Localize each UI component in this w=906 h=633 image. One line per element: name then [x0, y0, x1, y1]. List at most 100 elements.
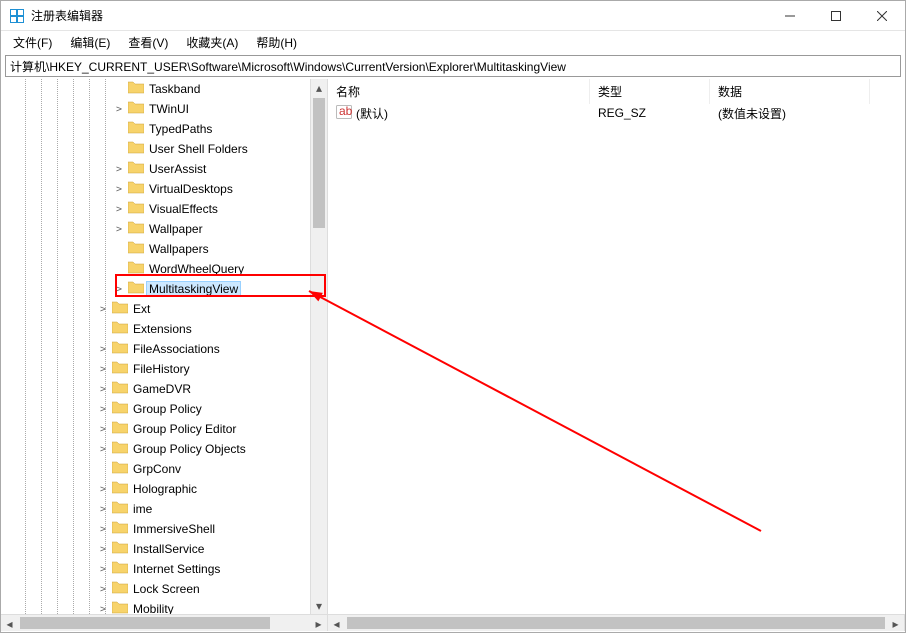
tree-item[interactable]: > Mobility	[1, 599, 310, 614]
list-hscroll-right[interactable]: ▸	[887, 615, 904, 632]
expander-icon[interactable]: >	[97, 484, 109, 495]
folder-icon	[109, 301, 131, 317]
tree-item[interactable]: >Group Policy Editor	[1, 419, 310, 439]
tree-item[interactable]: Taskband	[1, 79, 310, 99]
expander-icon[interactable]: >	[97, 304, 109, 315]
folder-icon	[109, 581, 131, 597]
tree-item-label: InstallService	[131, 542, 206, 556]
tree-item[interactable]: > Group Policy	[1, 399, 310, 419]
window-title: 注册表编辑器	[31, 7, 767, 24]
folder-icon	[109, 381, 131, 397]
menubar: 文件(F) 编辑(E) 查看(V) 收藏夹(A) 帮助(H)	[1, 31, 905, 53]
tree-item[interactable]: User Shell Folders	[1, 139, 310, 159]
tree-item[interactable]: > InstallService	[1, 539, 310, 559]
expander-icon[interactable]: >	[97, 564, 109, 575]
tree-item[interactable]: >Ext	[1, 299, 310, 319]
tree-item[interactable]: > Lock Screen	[1, 579, 310, 599]
folder-icon	[109, 601, 131, 614]
tree-item[interactable]: >Holographic	[1, 479, 310, 499]
tree-vscrollbar[interactable]: ▴ ▾	[310, 79, 327, 614]
folder-icon	[109, 461, 131, 477]
menu-edit[interactable]: 编辑(E)	[62, 32, 118, 53]
maximize-button[interactable]	[813, 1, 859, 30]
tree-item[interactable]: > UserAssist	[1, 159, 310, 179]
col-type[interactable]: 类型	[590, 79, 710, 104]
tree-item-label: User Shell Folders	[147, 142, 250, 156]
expander-icon[interactable]: >	[97, 504, 109, 515]
menu-favorites[interactable]: 收藏夹(A)	[178, 32, 246, 53]
expander-icon[interactable]: >	[97, 604, 109, 615]
tree-hscroll-right[interactable]: ▸	[310, 615, 327, 632]
tree-item[interactable]: WordWheelQuery	[1, 259, 310, 279]
col-data[interactable]: 数据	[710, 79, 870, 104]
folder-icon	[109, 321, 131, 337]
tree-item[interactable]: >ImmersiveShell	[1, 519, 310, 539]
address-bar[interactable]: 计算机\HKEY_CURRENT_USER\Software\Microsoft…	[5, 55, 901, 77]
folder-icon	[109, 561, 131, 577]
tree-item[interactable]: TypedPaths	[1, 119, 310, 139]
tree-item-label: ime	[131, 502, 154, 516]
folder-icon	[109, 401, 131, 417]
tree-item[interactable]: >Group Policy Objects	[1, 439, 310, 459]
svg-text:ab: ab	[339, 105, 352, 118]
tree-item-label: Wallpaper	[147, 222, 205, 236]
tree-item[interactable]: > MultitaskingView	[1, 279, 310, 299]
tree-hscroll-thumb[interactable]	[20, 617, 270, 629]
titlebar: 注册表编辑器	[1, 1, 905, 31]
value-row[interactable]: ab(默认)REG_SZ(数值未设置)	[328, 103, 905, 123]
scroll-thumb[interactable]	[313, 98, 325, 228]
expander-icon[interactable]: >	[97, 424, 109, 435]
menu-view[interactable]: 查看(V)	[120, 32, 176, 53]
folder-icon	[125, 221, 147, 237]
tree-item-label: Group Policy	[131, 402, 204, 416]
expander-icon[interactable]: >	[97, 544, 109, 555]
tree-item[interactable]: > FileAssociations	[1, 339, 310, 359]
tree-item-label: GrpConv	[131, 462, 183, 476]
list-hscroll-left[interactable]: ◂	[328, 615, 345, 632]
tree-item-label: Lock Screen	[131, 582, 202, 596]
tree-item[interactable]: > ime	[1, 499, 310, 519]
expander-icon[interactable]: >	[113, 164, 125, 175]
tree-item-label: UserAssist	[147, 162, 208, 176]
expander-icon[interactable]: >	[97, 524, 109, 535]
list-header: 名称 类型 数据	[328, 79, 905, 103]
expander-icon[interactable]: >	[97, 404, 109, 415]
expander-icon[interactable]: >	[97, 444, 109, 455]
tree-item[interactable]: >TWinUI	[1, 99, 310, 119]
folder-icon	[125, 241, 147, 257]
expander-icon[interactable]: >	[113, 184, 125, 195]
tree-item[interactable]: > FileHistory	[1, 359, 310, 379]
expander-icon[interactable]: >	[113, 204, 125, 215]
folder-icon	[125, 281, 147, 297]
expander-icon[interactable]: >	[97, 364, 109, 375]
close-button[interactable]	[859, 1, 905, 30]
tree-item-label: MultitaskingView	[147, 282, 240, 296]
tree-item[interactable]: GrpConv	[1, 459, 310, 479]
minimize-button[interactable]	[767, 1, 813, 30]
tree-item-label: Mobility	[131, 602, 176, 614]
col-name[interactable]: 名称	[328, 79, 590, 104]
tree-item[interactable]: Wallpapers	[1, 239, 310, 259]
menu-file[interactable]: 文件(F)	[5, 32, 60, 53]
tree-hscroll-left[interactable]: ◂	[1, 615, 18, 632]
tree-item-label: FileAssociations	[131, 342, 222, 356]
folder-icon	[125, 101, 147, 117]
tree-item-label: FileHistory	[131, 362, 192, 376]
scroll-down-button[interactable]: ▾	[311, 597, 327, 614]
expander-icon[interactable]: >	[97, 584, 109, 595]
expander-icon[interactable]: >	[97, 384, 109, 395]
tree-item[interactable]: >Internet Settings	[1, 559, 310, 579]
expander-icon[interactable]: >	[113, 224, 125, 235]
menu-help[interactable]: 帮助(H)	[248, 32, 305, 53]
tree-item[interactable]: >VisualEffects	[1, 199, 310, 219]
tree-item[interactable]: >GameDVR	[1, 379, 310, 399]
tree-item[interactable]: >VirtualDesktops	[1, 179, 310, 199]
list-hscroll-thumb[interactable]	[347, 617, 885, 629]
expander-icon[interactable]: >	[113, 104, 125, 115]
scroll-up-button[interactable]: ▴	[311, 79, 327, 96]
tree-item[interactable]: > Wallpaper	[1, 219, 310, 239]
expander-icon[interactable]: >	[97, 344, 109, 355]
tree-item[interactable]: Extensions	[1, 319, 310, 339]
expander-icon[interactable]: >	[113, 284, 125, 295]
folder-icon	[125, 81, 147, 97]
